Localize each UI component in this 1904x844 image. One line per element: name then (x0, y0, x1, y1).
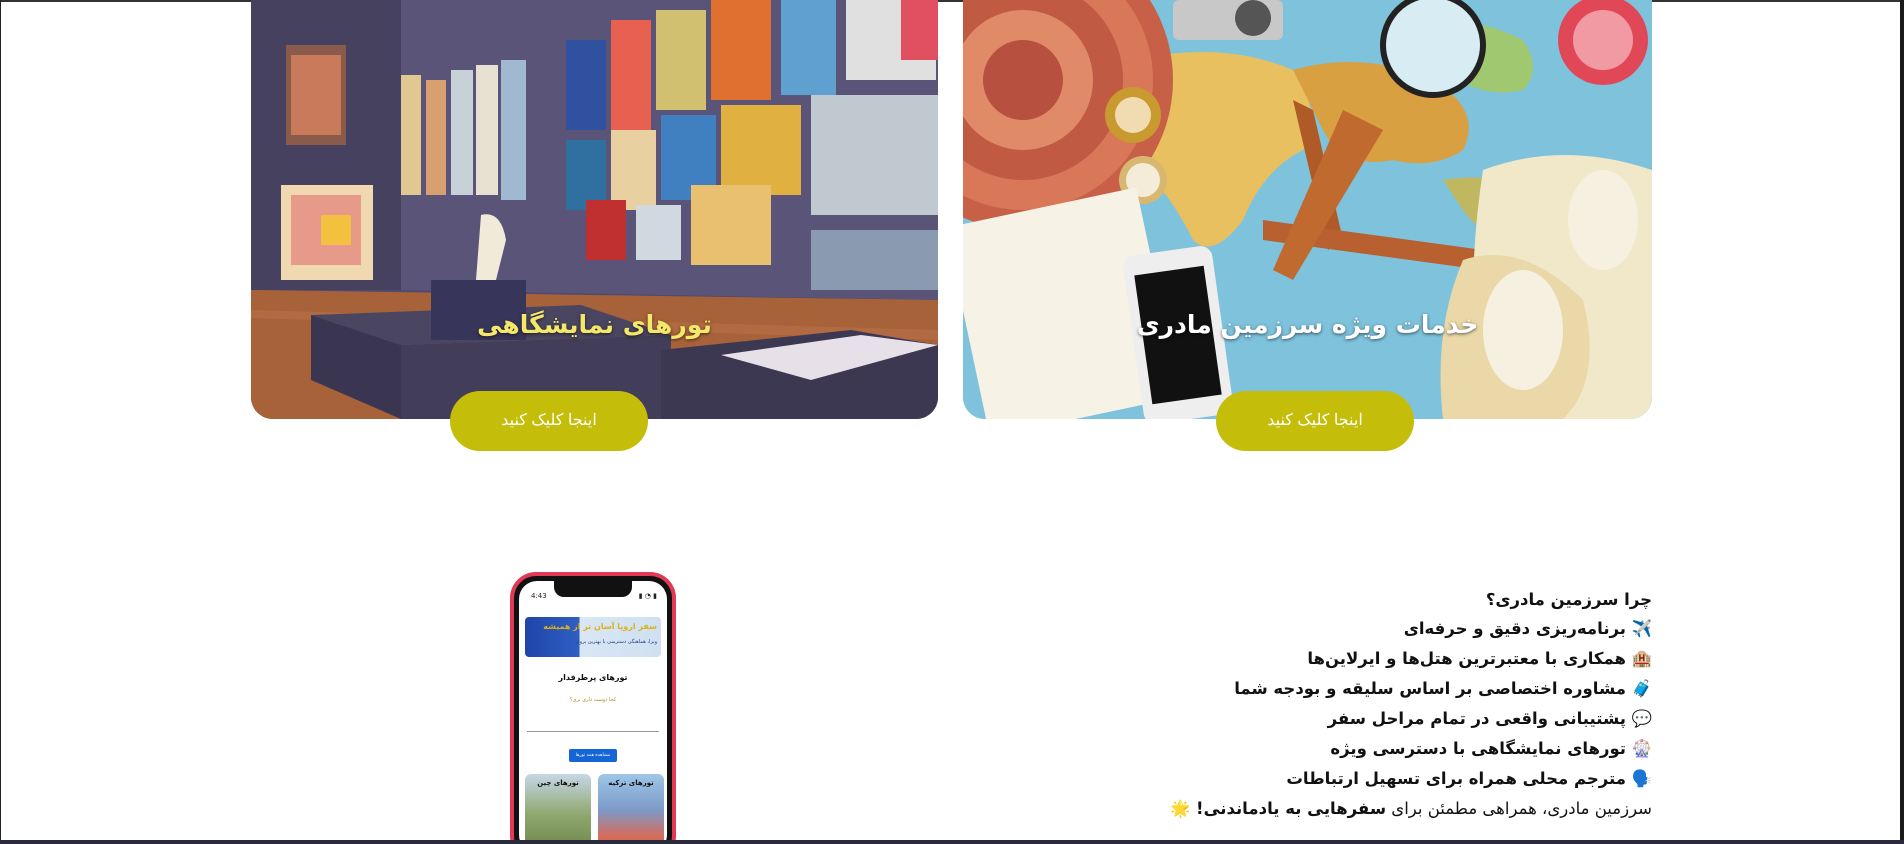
homeland-services-title: خدمات ویژه سرزمین مادری (1136, 310, 1479, 339)
phone-banner-subtitle: ویزا، هماهنگی دسترسی با بهترین پرواز (575, 639, 657, 645)
window-bottom-border (0, 840, 1904, 844)
homeland-services-card: خدمات ویژه سرزمین مادری (963, 0, 1652, 419)
why-item-text: مترجم محلی همراه برای تسهیل ارتباطات (1286, 769, 1626, 788)
star-icon: 🌟 (1170, 799, 1191, 818)
why-item: 💬 پشتیبانی واقعی در تمام مراحل سفر (932, 704, 1652, 734)
window-left-border (0, 0, 1, 844)
phone-tile-label: تورهای چین (537, 779, 579, 787)
phone-time: 4:43 (531, 592, 547, 600)
homeland-services-button[interactable]: اینجا کلیک کنید (1216, 391, 1414, 451)
phone-view-all-button: مشاهده همه تورها (569, 749, 617, 762)
luggage-icon: 🧳 (1631, 679, 1652, 698)
why-item: 🗣️ مترجم محلی همراه برای تسهیل ارتباطات (932, 764, 1652, 794)
phone-tile-china: تورهای چین (525, 774, 591, 844)
exhibition-tours-card: تورهای نمایشگاهی (251, 0, 938, 419)
phone-heading: تورهای پرطرفدار (558, 673, 628, 682)
why-footer-bold: سفرهایی به یادماندنی! (1196, 799, 1387, 818)
phone-status-icons: ▮ ◔ ▮ (638, 592, 657, 600)
why-title: چرا سرزمین مادری؟ (1485, 590, 1652, 609)
phone-screen: 4:43 ▮ ◔ ▮ سفر اروپا آسان تر از همیشه وی… (519, 581, 667, 844)
phone-tile-label: تورهای ترکیه (608, 779, 654, 787)
why-list: ✈️ برنامه‌ریزی دقیق و حرفه‌ای 🏨 همکاری با … (932, 614, 1652, 794)
phone-banner: سفر اروپا آسان تر از همیشه ویزا، هماهنگی… (525, 617, 661, 657)
phone-tile-turkey: تورهای ترکیه (598, 774, 664, 844)
exhibition-tours-title: تورهای نمایشگاهی (477, 310, 712, 339)
why-section: چرا سرزمین مادری؟ ✈️ برنامه‌ریزی دقیق و ح… (932, 586, 1652, 824)
why-footer-prefix: سرزمین مادری، همراهی مطمئن برای (1386, 799, 1652, 818)
why-item-text: مشاوره اختصاصی بر اساس سلیقه و بودجه شما (1234, 679, 1626, 698)
scrollbar[interactable] (1900, 0, 1904, 844)
gallery-image (251, 0, 938, 419)
phone-subheading: کجا دوست داری بری؟ (569, 697, 617, 703)
why-item: 🎡 تورهای نمایشگاهی با دسترسی ویژه (932, 734, 1652, 764)
why-item: 🧳 مشاوره اختصاصی بر اساس سلیقه و بودجه شم… (932, 674, 1652, 704)
phone-divider (527, 731, 659, 732)
airplane-icon: ✈️ (1631, 619, 1652, 638)
why-item-text: تورهای نمایشگاهی با دسترسی ویژه (1330, 739, 1626, 758)
why-footer: سرزمین مادری، همراهی مطمئن برای سفرهایی … (932, 794, 1652, 824)
exhibition-tours-button[interactable]: اینجا کلیک کنید (450, 391, 648, 451)
speaking-head-icon: 🗣️ (1631, 769, 1652, 788)
why-item: 🏨 همکاری با معتبرترین هتل‌ها و ایرلاین‌ها (932, 644, 1652, 674)
why-item: ✈️ برنامه‌ریزی دقیق و حرفه‌ای (932, 614, 1652, 644)
why-item-text: برنامه‌ریزی دقیق و حرفه‌ای (1403, 619, 1626, 638)
hotel-icon: 🏨 (1631, 649, 1652, 668)
why-item-text: همکاری با معتبرترین هتل‌ها و ایرلاین‌ها (1307, 649, 1626, 668)
phone-mockup: 4:43 ▮ ◔ ▮ سفر اروپا آسان تر از همیشه وی… (510, 572, 676, 844)
travel-image (963, 0, 1652, 419)
speech-bubble-icon: 💬 (1631, 709, 1652, 728)
phone-banner-title: سفر اروپا آسان تر از همیشه (543, 622, 657, 631)
ferris-wheel-icon: 🎡 (1631, 739, 1652, 758)
why-item-text: پشتیبانی واقعی در تمام مراحل سفر (1327, 709, 1626, 728)
phone-notch (554, 581, 632, 597)
